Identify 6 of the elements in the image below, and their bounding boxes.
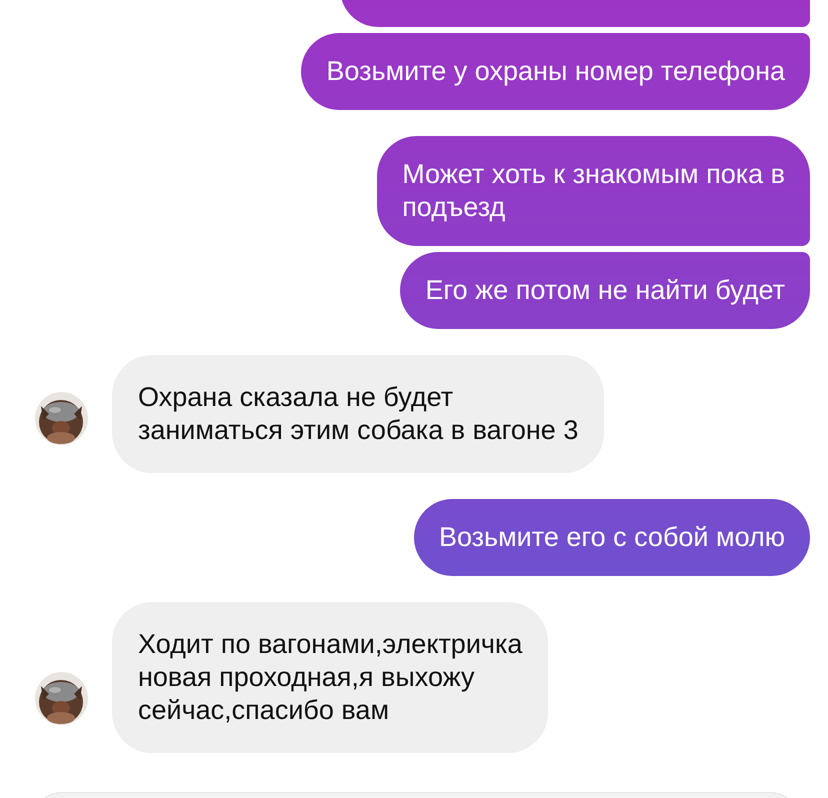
message-text: Может хоть к знакомым пока в подъезд xyxy=(402,159,785,222)
message-text: Охрана сказала не будет заниматься этим собака в вагоне 3 xyxy=(138,382,578,445)
message-text: Ходит по вагонами,электричка новая проходная,я выхожу сейчас,спасибо вам xyxy=(138,629,522,725)
message-text: Возьмите его с собой молю xyxy=(438,522,785,552)
message-text: Возьмите у охраны номер телефона xyxy=(326,56,785,86)
message-text: Его же потом не найти будет xyxy=(425,275,785,305)
